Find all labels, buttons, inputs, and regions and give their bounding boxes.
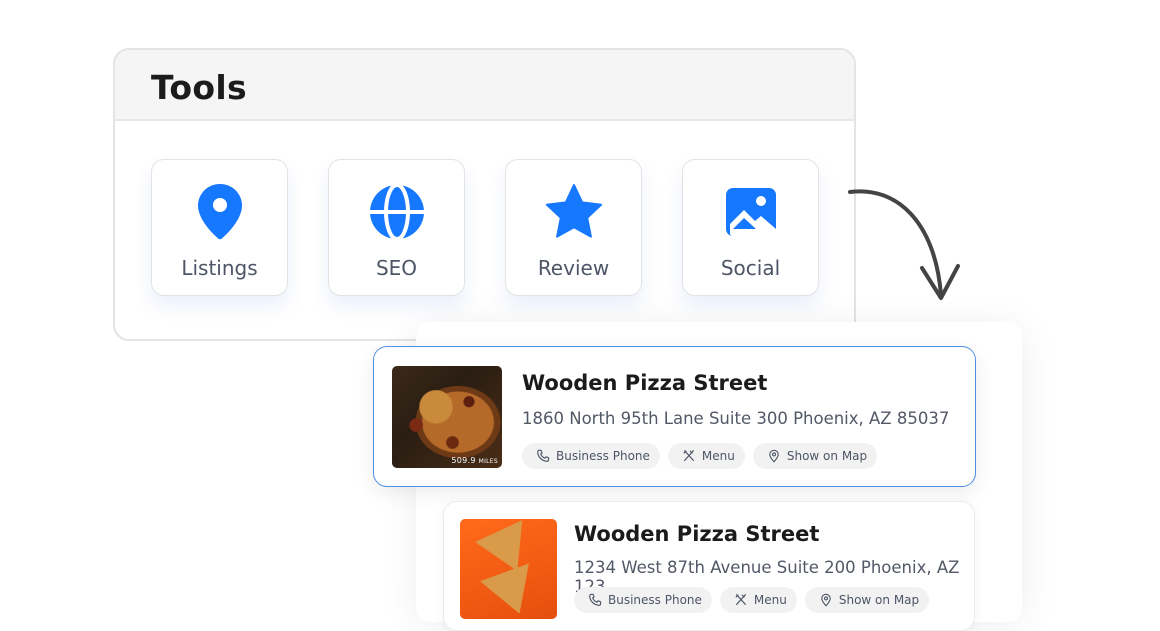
business-phone-label: Business Phone [608,593,702,607]
business-phone-button[interactable]: Business Phone [522,443,660,469]
menu-label: Menu [753,593,787,607]
tool-label: Listings [181,256,258,280]
business-phone-button[interactable]: Business Phone [574,587,712,613]
tool-social-button[interactable]: Social [682,159,819,296]
business-card[interactable]: 509.9 MILES Wooden Pizza Street 1860 Nor… [373,346,976,487]
tools-panel: Tools Listings SEO Review Social [113,48,856,341]
tool-label: Review [537,256,610,280]
business-name: Wooden Pizza Street [574,522,820,546]
map-pin-icon [821,593,831,607]
business-phone-label: Business Phone [556,449,650,463]
action-pills: Business Phone Menu Show on Map [574,587,930,613]
star-icon [545,184,602,238]
phone-icon [589,593,602,606]
menu-button[interactable]: Menu [719,587,797,613]
tool-review-button[interactable]: Review [505,159,642,296]
menu-button[interactable]: Menu [667,443,745,469]
map-pin-icon [769,449,779,463]
distance-badge: 509.9 MILES [451,456,498,465]
show-on-map-button[interactable]: Show on Map [752,443,878,469]
business-name: Wooden Pizza Street [522,371,768,395]
business-photo: 509.9 MILES [392,366,502,468]
action-pills: Business Phone Menu Show on Map [522,443,878,469]
location-pin-icon [197,184,242,240]
business-card[interactable]: Wooden Pizza Street 1234 West 87th Avenu… [443,501,975,631]
curved-arrow-icon [848,189,960,300]
tool-seo-button[interactable]: SEO [328,159,465,296]
tool-label: SEO [375,256,418,280]
phone-icon [537,449,550,462]
business-photo [460,519,557,619]
show-on-map-label: Show on Map [838,593,920,607]
tool-listings-button[interactable]: Listings [151,159,288,296]
utensils-icon [683,450,694,461]
utensils-icon [735,594,746,605]
menu-label: Menu [701,449,735,463]
show-on-map-button[interactable]: Show on Map [804,587,930,613]
business-address: 1860 North 95th Lane Suite 300 Phoenix, … [522,409,950,428]
tool-label: Social [720,256,781,280]
image-icon [725,188,776,236]
tools-title: Tools [151,68,247,107]
globe-icon [369,183,424,241]
show-on-map-label: Show on Map [786,449,868,463]
